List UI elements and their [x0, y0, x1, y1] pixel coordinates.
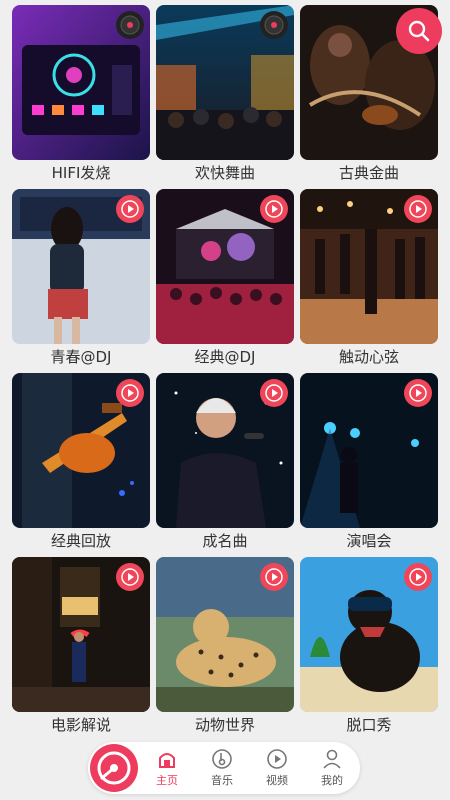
playlist-title: 动物世界 [194, 716, 255, 734]
playlist-card-replay[interactable]: 经典回放 [12, 373, 150, 557]
playlist-title: 青春@DJ [50, 348, 112, 366]
playlist-title: 经典@DJ [194, 348, 256, 366]
play-icon[interactable] [404, 379, 432, 407]
video-icon [267, 749, 287, 769]
play-icon[interactable] [404, 195, 432, 223]
playlist-title: 成名曲 [202, 532, 248, 550]
playlist-card-hifi[interactable]: HIFI发烧 [12, 5, 150, 189]
playlist-card-animals[interactable]: 动物世界 [156, 557, 294, 741]
tab-music-label: 音乐 [211, 774, 233, 787]
playlist-title: 触动心弦 [338, 348, 399, 366]
bottom-tab-bar: 主页 音乐 视频 我的 [88, 742, 360, 794]
disc-icon [97, 751, 131, 785]
playlist-card-famous[interactable]: 成名曲 [156, 373, 294, 557]
playlist-title: 欢快舞曲 [194, 164, 255, 182]
play-icon[interactable] [260, 563, 288, 591]
playlist-card-dance[interactable]: 欢快舞曲 [156, 5, 294, 189]
playlist-card-movie[interactable]: 电影解说 [12, 557, 150, 741]
playlist-title: 经典回放 [50, 532, 111, 550]
tab-music[interactable]: 音乐 [200, 746, 244, 788]
tab-video-label: 视频 [266, 774, 288, 787]
playlist-thumbnail[interactable] [12, 557, 150, 712]
music-icon [212, 749, 232, 769]
playlist-thumbnail[interactable] [156, 189, 294, 344]
playlist-card-classic-dj[interactable]: 经典@DJ [156, 189, 294, 373]
user-icon [323, 749, 341, 769]
playlist-thumbnail[interactable] [300, 557, 438, 712]
playlist-thumbnail[interactable] [12, 189, 150, 344]
playlist-thumbnail[interactable] [156, 5, 294, 160]
playlist-title: HIFI发烧 [51, 164, 111, 182]
playlist-thumbnail[interactable] [300, 189, 438, 344]
now-playing-disc[interactable] [90, 744, 138, 792]
playlist-card-talk-show[interactable]: 脱口秀 [300, 557, 438, 741]
search-icon [408, 20, 430, 42]
playlist-card-touching[interactable]: 触动心弦 [300, 189, 438, 373]
play-icon[interactable] [116, 563, 144, 591]
playlist-card-youth-dj[interactable]: 青春@DJ [12, 189, 150, 373]
playlist-thumbnail[interactable] [300, 373, 438, 528]
record-icon[interactable] [260, 11, 288, 39]
search-button[interactable] [396, 8, 442, 54]
play-icon[interactable] [404, 563, 432, 591]
playlist-thumbnail[interactable] [12, 5, 150, 160]
playlist-title: 演唱会 [346, 532, 392, 550]
playlist-thumbnail[interactable] [156, 557, 294, 712]
home-icon [159, 753, 175, 768]
playlist-title: 电影解说 [50, 716, 111, 734]
playlist-grid: HIFI发烧 欢快舞曲 古典金曲 青春@DJ 经典@DJ 触动心弦 经典回放 成… [12, 5, 438, 741]
record-icon[interactable] [116, 11, 144, 39]
tab-video[interactable]: 视频 [255, 746, 299, 788]
play-icon[interactable] [116, 379, 144, 407]
playlist-card-concert[interactable]: 演唱会 [300, 373, 438, 557]
play-icon[interactable] [116, 195, 144, 223]
tab-mine-label: 我的 [321, 774, 343, 787]
play-icon[interactable] [260, 195, 288, 223]
play-icon[interactable] [260, 379, 288, 407]
playlist-title: 古典金曲 [338, 164, 399, 182]
tab-home-label: 主页 [156, 774, 178, 787]
playlist-thumbnail[interactable] [12, 373, 150, 528]
tab-mine[interactable]: 我的 [310, 746, 354, 788]
tab-home[interactable]: 主页 [145, 746, 189, 788]
playlist-thumbnail[interactable] [156, 373, 294, 528]
playlist-title: 脱口秀 [346, 716, 392, 734]
